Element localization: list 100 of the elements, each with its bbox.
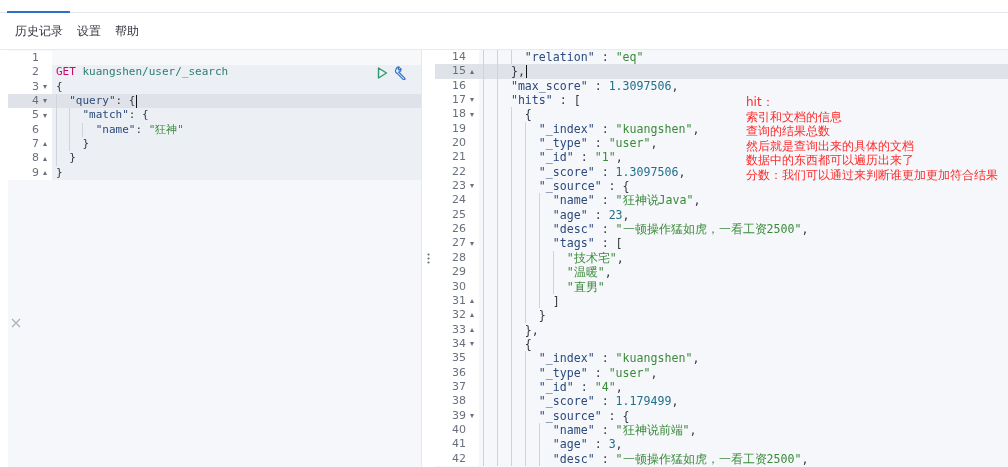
code-line: "age" : 23,: [552, 207, 630, 223]
fold-toggle[interactable]: ▴: [470, 325, 474, 334]
line-number: 38: [452, 394, 466, 409]
code-line: {: [524, 336, 532, 352]
drag-handle-icon[interactable]: [427, 253, 430, 264]
request-editor[interactable]: 1 2 GET kuangshen/user/_search 3 ▾ { 4 ▾ "query": { 5 ▾ "match": { 6 "name": "狂神" 7 ▴ } 8 ▴ } 9 ▴ }: [8, 50, 421, 467]
code-line: }: [538, 308, 546, 323]
fold-toggle[interactable]: ▾: [470, 110, 474, 119]
code-line: }: [56, 165, 63, 181]
close-icon[interactable]: [11, 318, 21, 328]
annotation-text: 数据中的东西都可以遍历出来了: [746, 153, 915, 168]
fold-toggle[interactable]: ▾: [470, 239, 474, 248]
fold-toggle[interactable]: ▾: [470, 182, 474, 191]
fold-toggle[interactable]: ▾: [43, 97, 47, 106]
annotation-text: 索引和文档的信息: [746, 109, 843, 124]
code-line: "desc" : "一顿操作猛如虎，一看工资2500",: [552, 451, 809, 466]
play-icon[interactable]: [377, 66, 388, 79]
line-number: 15: [452, 64, 466, 79]
text-cursor: [525, 65, 527, 78]
annotation-text: 分数：我们可以通过来判断谁更加更加符合结果: [746, 167, 998, 182]
code-line: "name": "狂神": [95, 122, 184, 138]
line-number: 37: [452, 379, 466, 395]
annotation-text: hit：: [746, 95, 775, 110]
line-number: 33: [452, 322, 466, 337]
code-line: "技术宅",: [566, 250, 624, 266]
code-line: {: [56, 79, 63, 95]
annotation-text: 查询的结果总数: [746, 124, 831, 139]
text-cursor: [136, 94, 138, 108]
fold-toggle[interactable]: ▾: [470, 411, 474, 420]
code-line: "hits" : [: [510, 93, 581, 108]
code-line: "desc" : "一顿操作猛如虎，一看工资2500",: [552, 222, 809, 237]
fold-toggle[interactable]: ▴: [43, 154, 47, 163]
line-number: 41: [452, 437, 466, 452]
code-line: "直男": [566, 279, 605, 294]
active-tab-indicator: [7, 11, 70, 13]
code-line: }: [82, 137, 90, 152]
line-number: 23: [452, 179, 466, 194]
fold-toggle[interactable]: ▾: [470, 340, 474, 349]
line-number: 24: [452, 193, 466, 208]
code-line: "match": {: [82, 108, 149, 123]
line-number: 8: [32, 151, 39, 166]
code-line: "_id" : "1",: [538, 150, 623, 165]
code-line: ]: [552, 293, 560, 309]
code-line: GET kuangshen/user/_search: [56, 65, 229, 80]
line-number: 20: [452, 136, 466, 151]
code-line: "tags" : [: [552, 236, 623, 251]
wrench-icon[interactable]: [394, 65, 408, 80]
code-line: "_index" : "kuangshen",: [538, 121, 700, 137]
line-number: 1: [32, 51, 39, 66]
line-number: 21: [452, 150, 466, 165]
code-line: "relation" : "eq": [524, 50, 644, 65]
code-line: "_source" : {: [538, 408, 630, 423]
line-number: 18: [452, 107, 466, 122]
fold-toggle[interactable]: ▾: [470, 96, 474, 105]
line-number: 36: [452, 365, 466, 380]
fold-toggle[interactable]: ▾: [43, 111, 47, 120]
line-number: 30: [452, 279, 466, 294]
line-number: 4: [32, 94, 39, 109]
fold-toggle[interactable]: ▴: [43, 168, 47, 177]
line-number: 32: [452, 308, 466, 323]
fold-toggle[interactable]: ▴: [470, 297, 474, 305]
fold-toggle[interactable]: ▴: [470, 311, 474, 320]
line-number: 42: [452, 451, 466, 466]
line-number: 27: [452, 236, 466, 251]
line-number: 7: [32, 137, 39, 152]
line-number: 6: [32, 122, 39, 138]
line-number: 9: [32, 165, 39, 181]
line-number: 22: [452, 164, 466, 180]
annotation-text: 然后就是查询出来的具体的文档: [746, 138, 915, 153]
line-number: 28: [452, 250, 466, 266]
code-line: "query": {: [69, 94, 136, 109]
fold-toggle[interactable]: ▴: [43, 140, 47, 149]
code-line: },: [510, 64, 525, 79]
line-number: 25: [452, 207, 466, 223]
code-line: "_source" : {: [538, 179, 630, 194]
line-number: 35: [452, 351, 466, 366]
menu-item[interactable]: 帮助: [115, 22, 139, 40]
code-line: "_id" : "4",: [538, 379, 623, 395]
menu-item[interactable]: 设置: [77, 22, 101, 40]
fold-toggle[interactable]: ▴: [470, 67, 474, 76]
code-line: "_type" : "user",: [538, 136, 658, 151]
fold-toggle[interactable]: ▾: [43, 82, 47, 91]
code-line: "age" : 3,: [552, 437, 623, 452]
line-number: 2: [32, 65, 39, 80]
code-line: "max_score" : 1.3097506,: [510, 78, 679, 94]
line-number: 34: [452, 336, 466, 352]
line-number: 3: [32, 79, 39, 95]
code-line: "_index" : "kuangshen",: [538, 351, 700, 366]
code-line: "_score" : 1.179499,: [538, 394, 679, 409]
code-line: "_type" : "user",: [538, 365, 658, 380]
line-number: 16: [452, 78, 466, 94]
code-line: "name" : "狂神说前端",: [552, 422, 697, 438]
line-number: 31: [452, 293, 466, 309]
menu-item[interactable]: 历史记录: [15, 22, 63, 40]
line-number: 39: [452, 408, 466, 423]
code-line: "_score" : 1.3097506,: [538, 164, 686, 180]
code-line: }: [69, 151, 76, 166]
line-number: 26: [452, 222, 466, 237]
code-line: },: [524, 322, 539, 337]
code-line: "name" : "狂神说Java",: [552, 193, 701, 208]
